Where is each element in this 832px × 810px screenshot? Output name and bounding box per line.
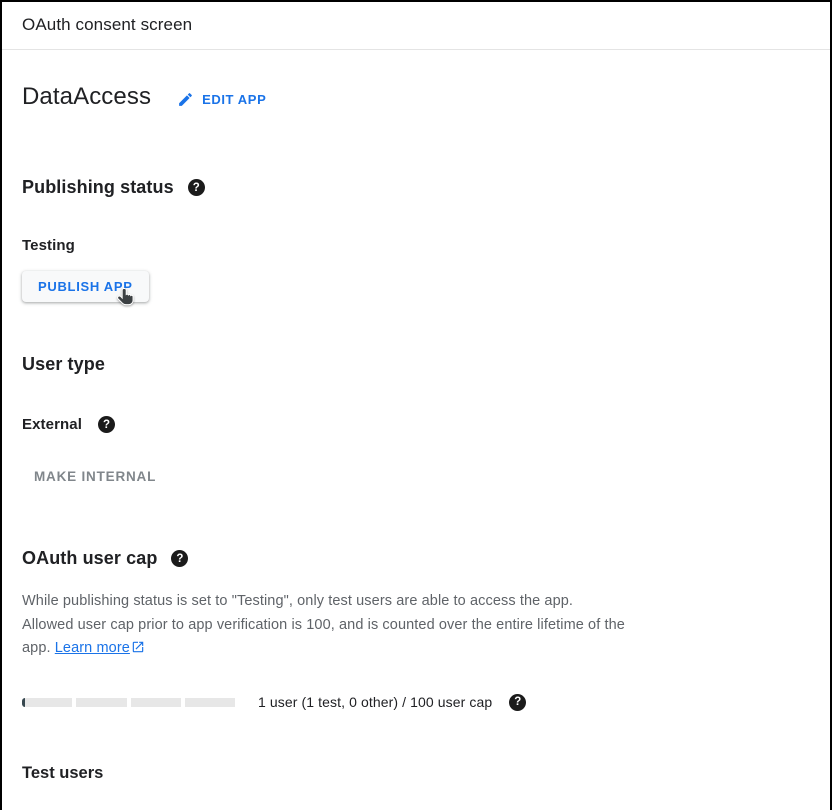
progress-segment: [22, 698, 72, 707]
edit-app-button[interactable]: EDIT APP: [177, 87, 266, 108]
user-type-value: External: [22, 416, 82, 433]
progress-segment: [185, 698, 235, 707]
oauth-user-cap-heading: OAuth user cap: [22, 548, 157, 569]
publishing-status-value: Testing: [22, 237, 808, 254]
progress-segment: [76, 698, 126, 707]
publishing-status-section: Publishing status ? Testing PUBLISH APP: [22, 177, 808, 303]
pencil-icon: [177, 91, 194, 108]
make-internal-button[interactable]: MAKE INTERNAL: [22, 463, 168, 490]
publish-app-button-wrap: PUBLISH APP: [22, 271, 172, 303]
page-title: OAuth consent screen: [22, 15, 808, 35]
edit-app-label: EDIT APP: [202, 92, 266, 107]
app-title-row: DataAccess EDIT APP: [22, 83, 808, 111]
oauth-user-cap-section: OAuth user cap ? While publishing status…: [22, 548, 808, 711]
external-link-icon: [130, 640, 145, 656]
page-content: DataAccess EDIT APP Publishing status ? …: [2, 83, 830, 783]
learn-more-link[interactable]: Learn more: [55, 640, 145, 656]
user-cap-usage-row: 1 user (1 test, 0 other) / 100 user cap …: [22, 694, 808, 711]
page-header: OAuth consent screen: [2, 2, 830, 50]
test-users-section: Test users: [22, 764, 808, 783]
user-cap-progress-fill: [22, 698, 25, 707]
user-type-heading: User type: [22, 354, 808, 375]
help-icon[interactable]: ?: [171, 550, 188, 567]
help-icon[interactable]: ?: [98, 416, 115, 433]
learn-more-label: Learn more: [55, 640, 130, 656]
user-cap-usage-text: 1 user (1 test, 0 other) / 100 user cap: [258, 694, 492, 710]
help-icon[interactable]: ?: [509, 694, 526, 711]
oauth-consent-page: OAuth consent screen DataAccess EDIT APP…: [0, 0, 832, 810]
test-users-heading: Test users: [22, 764, 808, 783]
oauth-user-cap-description: While publishing status is set to "Testi…: [22, 590, 626, 661]
publish-app-button[interactable]: PUBLISH APP: [22, 271, 149, 302]
app-name: DataAccess: [22, 83, 151, 111]
user-type-section: User type External ? MAKE INTERNAL: [22, 354, 808, 490]
progress-segment: [131, 698, 181, 707]
publishing-status-heading: Publishing status: [22, 177, 174, 198]
user-cap-progress-bar: [22, 698, 235, 707]
help-icon[interactable]: ?: [188, 179, 205, 196]
